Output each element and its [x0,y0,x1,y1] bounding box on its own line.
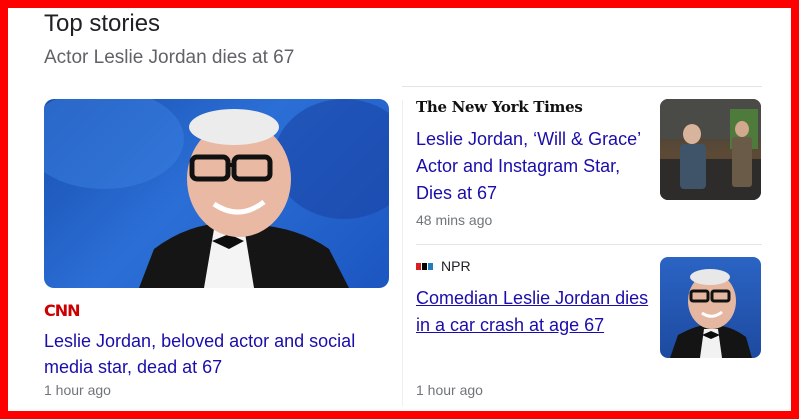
story-2-thumbnail[interactable] [660,99,761,200]
story-2-time: 48 mins ago [416,212,493,228]
cnn-logo: CNN [44,301,81,320]
npr-logo-icon [416,262,433,270]
column-separator [402,100,403,406]
story-1-headline[interactable]: Leslie Jordan, beloved actor and social … [44,328,374,380]
story-1-image[interactable] [44,99,389,288]
section-title: Top stories [44,10,161,37]
nyt-logo: The New York Times [416,98,583,116]
npr-name: NPR [441,258,471,274]
story-2-headline[interactable]: Leslie Jordan, ‘Will & Grace’ Actor and … [416,126,651,207]
story-divider [416,244,762,245]
story-3-headline[interactable]: Comedian Leslie Jordan dies in a car cra… [416,285,651,339]
story-3-thumbnail[interactable] [660,257,761,358]
story-3-time: 1 hour ago [416,382,483,398]
npr-source: NPR [416,258,471,274]
top-divider [402,86,762,87]
story-1-time: 1 hour ago [44,382,111,398]
section-subtitle: Actor Leslie Jordan dies at 67 [44,47,295,68]
